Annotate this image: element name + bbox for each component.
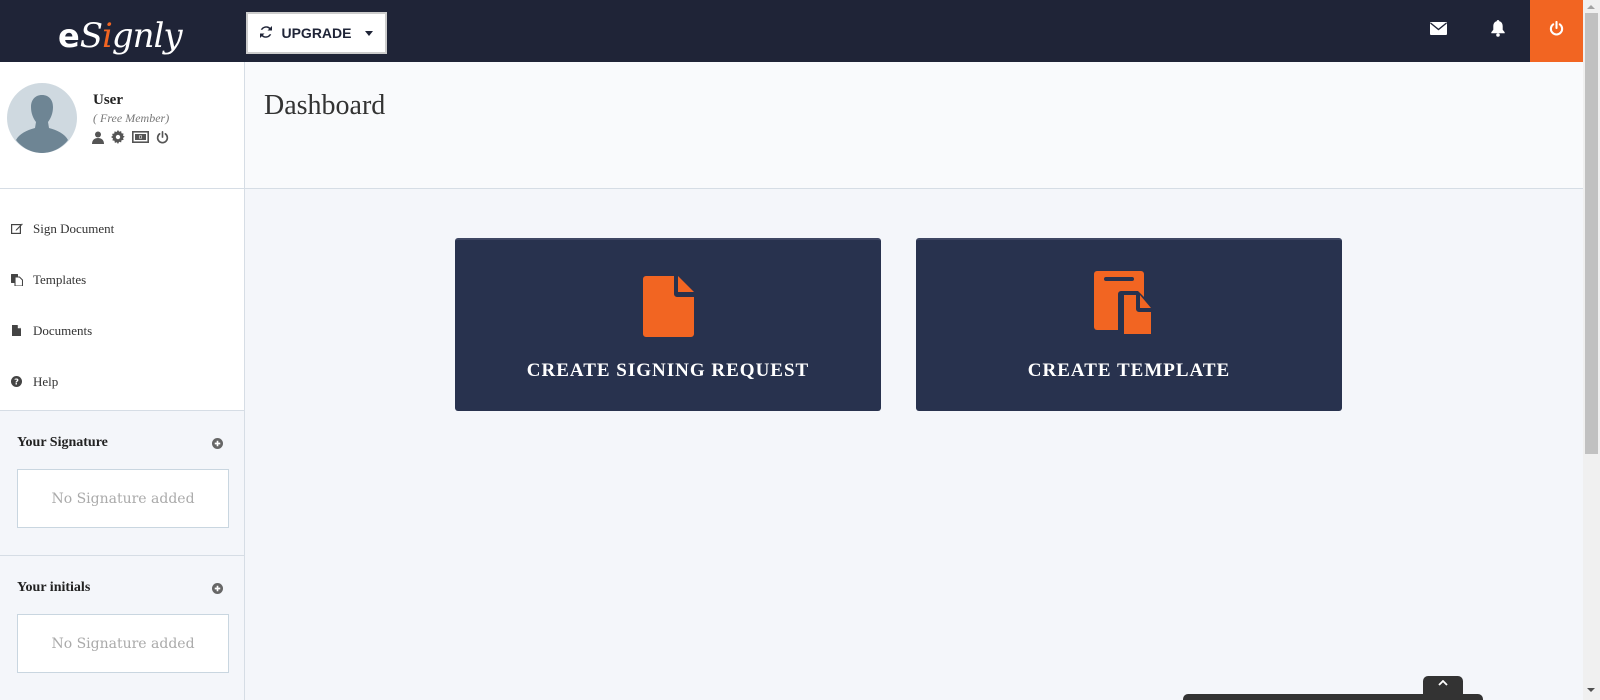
upgrade-dropdown-button[interactable]: UPGRADE — [246, 12, 387, 54]
esignly-logo[interactable]: e Signly — [58, 4, 183, 56]
sidebar-nav: Sign Document Templates Documents ? Help — [0, 189, 244, 411]
sidebar-item-label: Documents — [33, 322, 93, 338]
refresh-icon — [260, 25, 273, 41]
signature-box[interactable]: No Signature added — [17, 469, 229, 528]
add-signature-button[interactable] — [212, 437, 223, 449]
signature-section: Your Signature No Signature added — [0, 411, 244, 556]
signature-title: Your Signature — [17, 435, 108, 450]
create-template-card[interactable]: CREATE TEMPLATE — [916, 238, 1342, 411]
logo-letter-s: S — [79, 16, 103, 56]
sidebar-item-help[interactable]: ? Help — [0, 356, 244, 407]
logo-rest: gnly — [111, 16, 183, 56]
profile-actions: 0 — [92, 130, 169, 144]
avatar[interactable] — [7, 83, 77, 153]
initials-section: Your initials No Signature added — [0, 556, 244, 700]
power-icon — [1549, 20, 1564, 41]
copy-icon — [10, 273, 23, 286]
card-label: CREATE TEMPLATE — [1027, 360, 1231, 381]
messages-button[interactable] — [1413, 0, 1463, 62]
vertical-scrollbar[interactable] — [1583, 0, 1600, 700]
scroll-down-arrow-icon[interactable] — [1587, 688, 1595, 692]
chat-widget-toggle[interactable] — [1423, 676, 1463, 696]
copy-icon — [1094, 271, 1164, 340]
initials-box[interactable]: No Signature added — [17, 614, 229, 673]
user-profile: User ( Free Member) 0 — [0, 62, 244, 189]
power-icon[interactable] — [156, 130, 169, 144]
logout-button[interactable] — [1530, 0, 1583, 62]
sidebar: User ( Free Member) 0 Sign Document Temp… — [0, 62, 245, 700]
membership-tier: ( Free Member) — [93, 111, 170, 125]
create-signing-request-card[interactable]: CREATE SIGNING REQUEST — [455, 238, 881, 411]
initials-header: Your initials — [17, 580, 228, 596]
money-icon[interactable]: 0 — [132, 131, 149, 143]
user-icon[interactable] — [92, 131, 104, 144]
top-navbar: e Signly UPGRADE — [0, 0, 1583, 62]
page-header: Dashboard — [245, 62, 1583, 189]
mail-icon — [1429, 22, 1447, 40]
logo-signly: Signly — [79, 16, 183, 56]
chevron-up-icon — [1438, 680, 1448, 686]
bell-icon — [1490, 20, 1506, 42]
notifications-button[interactable] — [1473, 0, 1523, 62]
scrollbar-thumb[interactable] — [1585, 13, 1598, 454]
logo-letter-e: e — [58, 17, 80, 55]
add-initials-button[interactable] — [212, 582, 223, 594]
user-name: User — [93, 92, 123, 108]
sidebar-item-documents[interactable]: Documents — [0, 305, 244, 356]
edit-icon — [10, 223, 23, 234]
logo-letter-i: i — [102, 16, 113, 56]
card-label: CREATE SIGNING REQUEST — [526, 360, 810, 381]
file-icon — [10, 325, 23, 336]
svg-text:?: ? — [14, 377, 19, 387]
plus-circle-icon — [212, 437, 223, 449]
upgrade-label: UPGRADE — [281, 25, 352, 41]
sidebar-item-templates[interactable]: Templates — [0, 254, 244, 305]
initials-title: Your initials — [17, 580, 91, 595]
page-title: Dashboard — [264, 90, 386, 121]
sidebar-item-label: Help — [33, 373, 59, 389]
user-silhouette-icon — [16, 95, 68, 153]
signature-header: Your Signature — [17, 435, 228, 451]
file-icon — [642, 272, 694, 340]
sidebar-item-sign-document[interactable]: Sign Document — [0, 203, 244, 254]
sidebar-item-label: Sign Document — [33, 220, 115, 236]
caret-down-icon — [364, 30, 373, 36]
sidebar-item-label: Templates — [33, 271, 87, 287]
plus-circle-icon — [212, 582, 223, 594]
question-icon: ? — [10, 376, 23, 387]
scroll-up-arrow-icon[interactable] — [1587, 5, 1595, 9]
svg-text:0: 0 — [139, 135, 143, 141]
gear-icon[interactable] — [111, 130, 125, 144]
